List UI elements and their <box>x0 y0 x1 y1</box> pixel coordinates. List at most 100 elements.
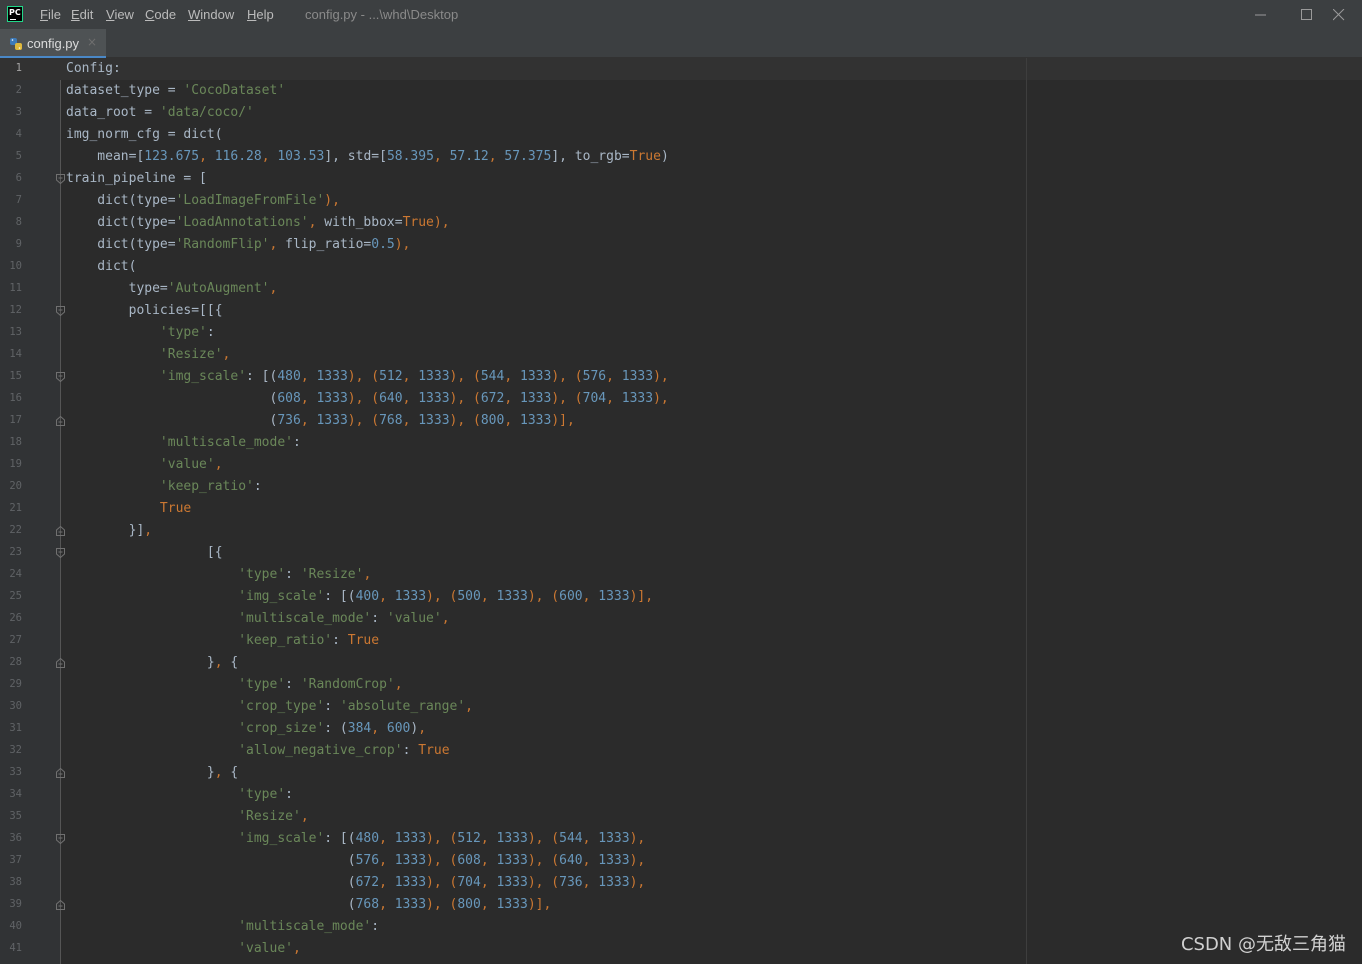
code-line[interactable]: 17 (736, 1333), (768, 1333), (800, 1333)… <box>0 410 1362 432</box>
code-text[interactable]: }, { <box>66 764 238 782</box>
code-line[interactable]: 8 dict(type='LoadAnnotations', with_bbox… <box>0 212 1362 234</box>
code-text[interactable]: 'multiscale_mode': 'value', <box>66 610 449 628</box>
code-line[interactable]: 21 True <box>0 498 1362 520</box>
code-line[interactable]: 6 train_pipeline = [ <box>0 168 1362 190</box>
code-line[interactable]: 26 'multiscale_mode': 'value', <box>0 608 1362 630</box>
code-line[interactable]: 31 'crop_size': (384, 600), <box>0 718 1362 740</box>
fold-close-icon[interactable] <box>56 416 65 426</box>
code-line[interactable]: 28 }, { <box>0 652 1362 674</box>
menu-view[interactable]: View <box>106 7 134 22</box>
code-line[interactable]: 14 'Resize', <box>0 344 1362 366</box>
close-button[interactable] <box>1316 0 1362 29</box>
code-line[interactable]: 29 'type': 'RandomCrop', <box>0 674 1362 696</box>
code-text[interactable]: dict(type='RandomFlip', flip_ratio=0.5), <box>66 236 410 254</box>
code-line[interactable]: 34 'type': <box>0 784 1362 806</box>
code-line[interactable]: 22 }], <box>0 520 1362 542</box>
code-line[interactable]: 38 (672, 1333), (704, 1333), (736, 1333)… <box>0 872 1362 894</box>
pycharm-logo-icon[interactable]: PC <box>7 6 23 22</box>
code-line[interactable]: 1 Config: <box>0 58 1362 80</box>
tab-config-py[interactable]: config.py × <box>0 29 106 58</box>
code-text[interactable]: (672, 1333), (704, 1333), (736, 1333), <box>66 874 645 892</box>
code-line[interactable]: 20 'keep_ratio': <box>0 476 1362 498</box>
fold-open-icon[interactable] <box>56 372 65 382</box>
code-line[interactable]: 37 (576, 1333), (608, 1333), (640, 1333)… <box>0 850 1362 872</box>
fold-open-icon[interactable] <box>56 834 65 844</box>
code-line[interactable]: 40 'multiscale_mode': <box>0 916 1362 938</box>
code-text[interactable]: type='AutoAugment', <box>66 280 278 298</box>
minimize-button[interactable] <box>1238 0 1284 29</box>
code-text[interactable]: 'multiscale_mode': <box>66 434 301 452</box>
code-line[interactable]: 10 dict( <box>0 256 1362 278</box>
code-text[interactable]: }], <box>66 522 153 540</box>
code-line[interactable]: 4 img_norm_cfg = dict( <box>0 124 1362 146</box>
code-editor[interactable]: 1 Config: 2 dataset_type = 'CocoDataset' 3 da… <box>0 58 1362 964</box>
code-text[interactable]: 'crop_type': 'absolute_range', <box>66 698 473 716</box>
code-line[interactable]: 41 'value', <box>0 938 1362 960</box>
code-line[interactable]: 2 dataset_type = 'CocoDataset' <box>0 80 1362 102</box>
code-line[interactable]: 12 policies=[[{ <box>0 300 1362 322</box>
code-text[interactable]: mean=[123.675, 116.28, 103.53], std=[58.… <box>66 148 668 166</box>
code-text[interactable]: (768, 1333), (800, 1333)], <box>66 896 552 914</box>
fold-open-icon[interactable] <box>56 174 65 184</box>
menu-window[interactable]: Window <box>188 7 234 22</box>
fold-open-icon[interactable] <box>56 306 65 316</box>
fold-close-icon[interactable] <box>56 768 65 778</box>
code-text[interactable]: img_norm_cfg = dict( <box>66 126 223 144</box>
code-line[interactable]: 11 type='AutoAugment', <box>0 278 1362 300</box>
code-text[interactable]: 'keep_ratio': True <box>66 632 379 650</box>
code-text[interactable]: data_root = 'data/coco/' <box>66 104 254 122</box>
code-line[interactable]: 15 'img_scale': [(480, 1333), (512, 1333… <box>0 366 1362 388</box>
code-text[interactable]: 'allow_negative_crop': True <box>66 742 449 760</box>
code-line[interactable]: 30 'crop_type': 'absolute_range', <box>0 696 1362 718</box>
code-line[interactable]: 3 data_root = 'data/coco/' <box>0 102 1362 124</box>
code-text[interactable]: (576, 1333), (608, 1333), (640, 1333), <box>66 852 645 870</box>
code-line[interactable]: 9 dict(type='RandomFlip', flip_ratio=0.5… <box>0 234 1362 256</box>
code-line[interactable]: 25 'img_scale': [(400, 1333), (500, 1333… <box>0 586 1362 608</box>
code-text[interactable]: True <box>66 500 191 518</box>
code-text[interactable]: dict(type='LoadImageFromFile'), <box>66 192 340 210</box>
menu-code[interactable]: Code <box>145 7 176 22</box>
code-text[interactable]: 'img_scale': [(480, 1333), (512, 1333), … <box>66 830 645 848</box>
menu-edit[interactable]: Edit <box>71 7 93 22</box>
code-line[interactable]: 35 'Resize', <box>0 806 1362 828</box>
code-text[interactable]: 'img_scale': [(480, 1333), (512, 1333), … <box>66 368 669 386</box>
tab-close-icon[interactable]: × <box>87 35 97 50</box>
fold-open-icon[interactable] <box>56 548 65 558</box>
code-line[interactable]: 24 'type': 'Resize', <box>0 564 1362 586</box>
code-line[interactable]: 13 'type': <box>0 322 1362 344</box>
code-line[interactable]: 23 [{ <box>0 542 1362 564</box>
code-line[interactable]: 32 'allow_negative_crop': True <box>0 740 1362 762</box>
code-line[interactable]: 19 'value', <box>0 454 1362 476</box>
code-text[interactable]: [{ <box>66 544 223 562</box>
code-line[interactable]: 36 'img_scale': [(480, 1333), (512, 1333… <box>0 828 1362 850</box>
code-text[interactable]: train_pipeline = [ <box>66 170 207 188</box>
code-text[interactable]: 'type': 'RandomCrop', <box>66 676 402 694</box>
fold-close-icon[interactable] <box>56 900 65 910</box>
code-line[interactable]: 18 'multiscale_mode': <box>0 432 1362 454</box>
menu-help[interactable]: Help <box>247 7 274 22</box>
code-text[interactable]: (608, 1333), (640, 1333), (672, 1333), (… <box>66 390 668 408</box>
code-line[interactable]: 7 dict(type='LoadImageFromFile'), <box>0 190 1362 212</box>
code-text[interactable]: dict( <box>66 258 136 276</box>
code-text[interactable]: (736, 1333), (768, 1333), (800, 1333)], <box>66 412 574 430</box>
code-line[interactable]: 33 }, { <box>0 762 1362 784</box>
code-text[interactable]: Config: <box>66 60 121 78</box>
code-text[interactable]: 'value', <box>66 456 223 474</box>
code-text[interactable]: 'Resize', <box>66 808 308 826</box>
code-text[interactable]: 'Resize', <box>66 346 230 364</box>
code-text[interactable]: 'multiscale_mode': <box>66 918 379 936</box>
code-text[interactable]: }, { <box>66 654 238 672</box>
code-text[interactable]: dict(type='LoadAnnotations', with_bbox=T… <box>66 214 449 232</box>
code-text[interactable]: 'keep_ratio': <box>66 478 262 496</box>
code-line[interactable]: 16 (608, 1333), (640, 1333), (672, 1333)… <box>0 388 1362 410</box>
code-line[interactable]: 5 mean=[123.675, 116.28, 103.53], std=[5… <box>0 146 1362 168</box>
code-text[interactable]: 'type': <box>66 786 293 804</box>
code-text[interactable]: 'img_scale': [(400, 1333), (500, 1333), … <box>66 588 653 606</box>
code-text[interactable]: 'type': 'Resize', <box>66 566 371 584</box>
code-text[interactable]: dataset_type = 'CocoDataset' <box>66 82 285 100</box>
code-text[interactable]: policies=[[{ <box>66 302 223 320</box>
fold-close-icon[interactable] <box>56 526 65 536</box>
code-line[interactable]: 27 'keep_ratio': True <box>0 630 1362 652</box>
code-text[interactable]: 'value', <box>66 940 301 958</box>
code-text[interactable]: 'type': <box>66 324 215 342</box>
